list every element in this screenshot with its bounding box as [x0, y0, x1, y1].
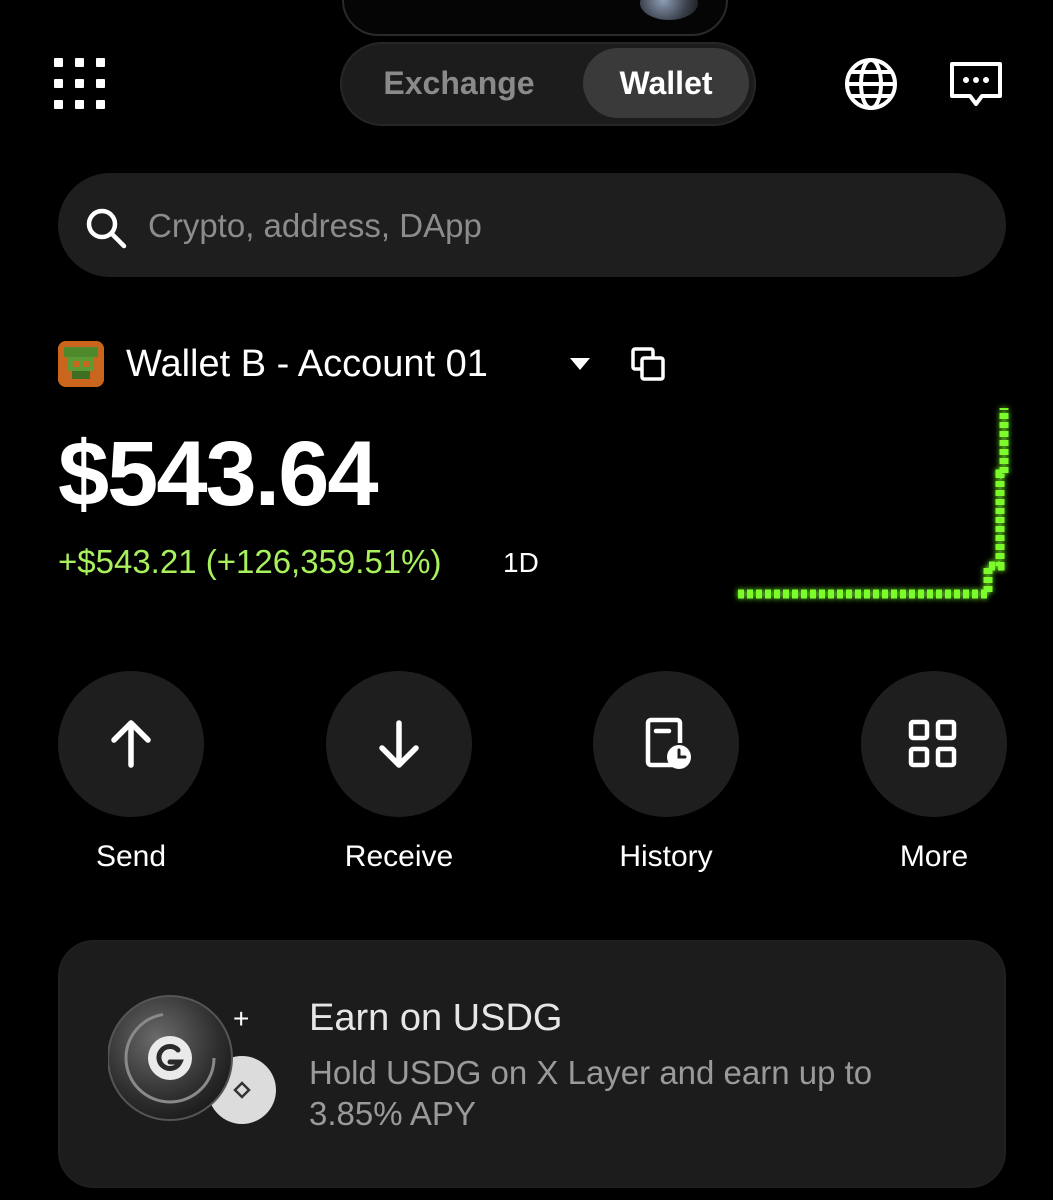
receive-label: Receive — [344, 840, 454, 873]
promo-plus: + — [233, 1003, 249, 1034]
tab-wallet[interactable]: Wallet — [583, 48, 749, 118]
pixel-avatar-icon — [58, 341, 104, 387]
chat-icon[interactable] — [948, 60, 1004, 110]
send-label: Send — [95, 840, 167, 873]
history-button[interactable] — [593, 671, 739, 817]
period-label[interactable]: 1D — [503, 545, 539, 581]
balance-change: +$543.21 (+126,359.51%) — [58, 543, 442, 580]
globe-icon[interactable] — [843, 56, 899, 112]
tab-exchange[interactable]: Exchange — [354, 48, 564, 118]
more-label: More — [899, 840, 969, 873]
arrow-down-icon — [379, 720, 419, 768]
arrow-up-icon — [111, 720, 151, 768]
menu-grid-icon[interactable] — [54, 58, 106, 110]
account-avatar[interactable] — [58, 341, 104, 387]
account-name[interactable]: Wallet B - Account 01 — [126, 340, 488, 388]
caret-down-icon[interactable] — [568, 356, 592, 372]
search-icon — [86, 208, 127, 249]
total-balance: $543.64 — [58, 423, 379, 525]
history-icon — [645, 717, 691, 769]
search-input[interactable] — [146, 190, 970, 262]
more-grid-icon — [908, 719, 957, 768]
promo-title: Earn on USDG — [309, 997, 563, 1039]
copy-icon[interactable] — [630, 346, 666, 382]
promo-description: Hold USDG on X Layer and earn up to 3.85… — [309, 1054, 873, 1132]
receive-button[interactable] — [326, 671, 472, 817]
balance-sparkline — [738, 408, 1009, 599]
more-button[interactable] — [861, 671, 1007, 817]
send-button[interactable] — [58, 671, 204, 817]
history-label: History — [619, 840, 713, 873]
usdg-coin-icon: + — [108, 995, 276, 1124]
